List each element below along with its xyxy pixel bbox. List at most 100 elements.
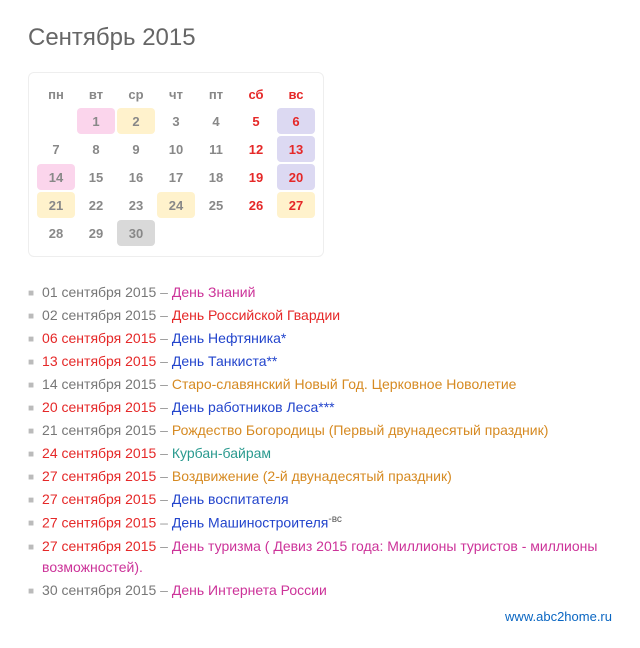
dash: – [156,353,172,369]
calendar-cell[interactable]: 12 [237,136,275,162]
dash: – [156,515,172,531]
list-item: ■ 20 сентября 2015 – День работников Леса… [28,397,612,418]
event-content: 13 сентября 2015 – День Танкиста** [42,351,612,372]
event-title[interactable]: Старо-славянский Новый Год. Церковное Но… [172,376,517,392]
calendar-row: 14151617181920 [37,164,315,190]
event-title[interactable]: День воспитателя [172,491,289,507]
bullet-icon: ■ [28,584,34,599]
list-item: ■27 сентября 2015 – День воспитателя [28,489,612,510]
bullet-icon: ■ [28,447,34,462]
bullet-icon: ■ [28,401,34,416]
calendar-cell[interactable]: 5 [237,108,275,134]
calendar-cell [37,108,75,134]
calendar-cell[interactable]: 17 [157,164,195,190]
event-title[interactable]: День Нефтяника* [172,330,287,346]
event-date: 06 сентября 2015 [42,330,156,346]
dash: – [156,399,172,415]
weekday-header: сб [237,83,275,106]
event-list: ■ 01 сентября 2015 – День Знаний ■ 02 сентя… [28,282,612,601]
calendar-cell [197,220,235,246]
calendar-cell[interactable]: 24 [157,192,195,218]
bullet-icon: ■ [28,286,34,301]
event-title[interactable]: День Российской Гвардии [172,307,340,323]
event-title[interactable]: День Танкиста** [172,353,278,369]
calendar-cell[interactable]: 3 [157,108,195,134]
calendar-cell[interactable]: 25 [197,192,235,218]
calendar-cell[interactable]: 2 [117,108,155,134]
event-title[interactable]: Курбан-байрам [172,445,271,461]
weekday-header: пн [37,83,75,106]
page-title: Сентябрь 2015 [28,24,612,52]
footer: www.abc2home.ru [28,609,612,624]
calendar-cell[interactable]: 28 [37,220,75,246]
dash: – [156,582,172,598]
event-title[interactable]: Воздвижение (2-й двунадесятый праздник) [172,468,452,484]
list-item: ■ 24 сентября 2015 – Курбан-байрам [28,443,612,464]
calendar-cell[interactable]: 15 [77,164,115,190]
calendar-cell[interactable]: 1 [77,108,115,134]
calendar-cell[interactable]: 18 [197,164,235,190]
list-item: ■ 30 сентября 2015 – День Интернета Росси… [28,580,612,601]
footer-link[interactable]: www.abc2home.ru [505,609,612,624]
event-date: 30 сентября 2015 [42,582,156,598]
calendar-cell[interactable]: 29 [77,220,115,246]
dash: – [156,284,172,300]
bullet-icon: ■ [28,355,34,370]
calendar-cell[interactable]: 30 [117,220,155,246]
event-title[interactable]: День Машиностроителя [172,515,329,531]
event-content: 27 сентября 2015 – День туризма ( Девиз … [42,536,612,578]
calendar-cell [237,220,275,246]
event-content: 30 сентября 2015 – День Интернета России [42,580,612,601]
calendar-cell[interactable]: 19 [237,164,275,190]
dash: – [156,468,172,484]
dash: – [156,491,172,507]
calendar-cell[interactable]: 11 [197,136,235,162]
list-item: ■27 сентября 2015 – Воздвижение (2-й дву… [28,466,612,487]
calendar-cell[interactable]: 21 [37,192,75,218]
calendar-cell[interactable]: 4 [197,108,235,134]
event-date: 21 сентября 2015 [42,422,156,438]
calendar-cell[interactable]: 10 [157,136,195,162]
bullet-icon: ■ [28,309,34,324]
list-item: ■21 сентября 2015 – Рождество Богородицы… [28,420,612,441]
calendar-cell [277,220,315,246]
event-content: 24 сентября 2015 – Курбан-байрам [42,443,612,464]
calendar-cell[interactable]: 8 [77,136,115,162]
event-date: 14 сентября 2015 [42,376,156,392]
calendar-row: 78910111213 [37,136,315,162]
event-content: 02 сентября 2015 – День Российской Гвард… [42,305,612,326]
calendar-cell[interactable]: 26 [237,192,275,218]
bullet-icon: ■ [28,516,34,531]
event-title[interactable]: День Знаний [172,284,256,300]
event-date: 20 сентября 2015 [42,399,156,415]
event-date: 01 сентября 2015 [42,284,156,300]
calendar-cell[interactable]: 7 [37,136,75,162]
calendar-cell[interactable]: 13 [277,136,315,162]
calendar-cell[interactable]: 22 [77,192,115,218]
calendar-cell [157,220,195,246]
calendar-cell[interactable]: 6 [277,108,315,134]
event-title[interactable]: День работников Леса*** [172,399,335,415]
event-content: 27 сентября 2015 – День Машиностроителя-… [42,512,612,534]
bullet-icon: ■ [28,540,34,555]
calendar-cell[interactable]: 9 [117,136,155,162]
calendar-cell[interactable]: 23 [117,192,155,218]
calendar-cell[interactable]: 14 [37,164,75,190]
list-item: ■ 01 сентября 2015 – День Знаний [28,282,612,303]
dash: – [156,376,172,392]
calendar-row: 123456 [37,108,315,134]
event-content: 06 сентября 2015 – День Нефтяника* [42,328,612,349]
event-date: 13 сентября 2015 [42,353,156,369]
calendar-row: 21222324252627 [37,192,315,218]
event-title[interactable]: Рождество Богородицы (Первый двунадесяты… [172,422,548,438]
list-item: ■ 27 сентября 2015 – День туризма ( Девиз… [28,536,612,578]
event-content: 27 сентября 2015 – День воспитателя [42,489,612,510]
event-title[interactable]: День Интернета России [172,582,327,598]
calendar-cell[interactable]: 20 [277,164,315,190]
event-date: 24 сентября 2015 [42,445,156,461]
dash: – [156,330,172,346]
calendar-row: 282930 [37,220,315,246]
calendar-cell[interactable]: 16 [117,164,155,190]
calendar-cell[interactable]: 27 [277,192,315,218]
weekday-header: вс [277,83,315,106]
